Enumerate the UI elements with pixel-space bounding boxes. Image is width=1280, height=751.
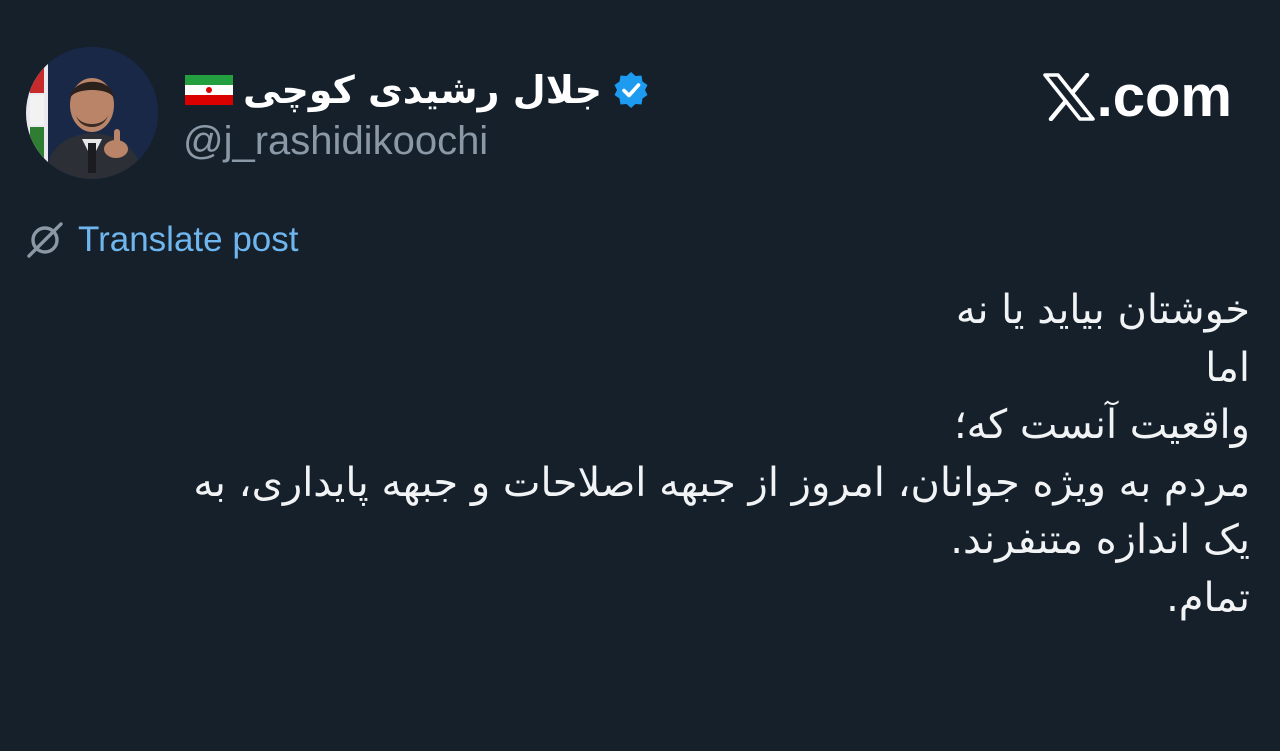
globe-translate-icon: [27, 222, 63, 258]
post-line: اما: [1205, 344, 1250, 391]
post-line: خوشتان بیاید یا نه: [955, 287, 1250, 333]
profile-photo: [26, 47, 158, 179]
post-line: یک اندازه متنفرند.: [950, 517, 1250, 563]
post-line: مردم به ویژه جوانان، امروز از جبهه اصلاح…: [193, 459, 1250, 506]
brand-suffix: .com: [1096, 64, 1232, 129]
translate-post-label: Translate post: [78, 220, 299, 259]
post-line: واقعیت آنست که؛: [953, 402, 1250, 448]
post-body: خوشتان بیاید یا نه اما واقعیت آنست که؛ م…: [30, 282, 1250, 627]
author-handle[interactable]: @j_rashidikoochi: [183, 115, 488, 167]
iran-flag-icon: [185, 75, 233, 105]
verified-badge-icon: [612, 71, 650, 109]
author-avatar[interactable]: [26, 47, 158, 179]
post-line: تمام.: [1166, 574, 1250, 621]
x-logo-icon: [1042, 73, 1095, 121]
post-card: جلال رشیدی کوچی @j_rashidikoochi .com Tr…: [0, 0, 1280, 751]
x-brand: .com: [1042, 64, 1232, 129]
translate-post-button[interactable]: Translate post: [26, 217, 298, 263]
author-display-name: جلال رشیدی کوچی: [243, 68, 602, 112]
author-name-row[interactable]: جلال رشیدی کوچی: [185, 60, 650, 120]
